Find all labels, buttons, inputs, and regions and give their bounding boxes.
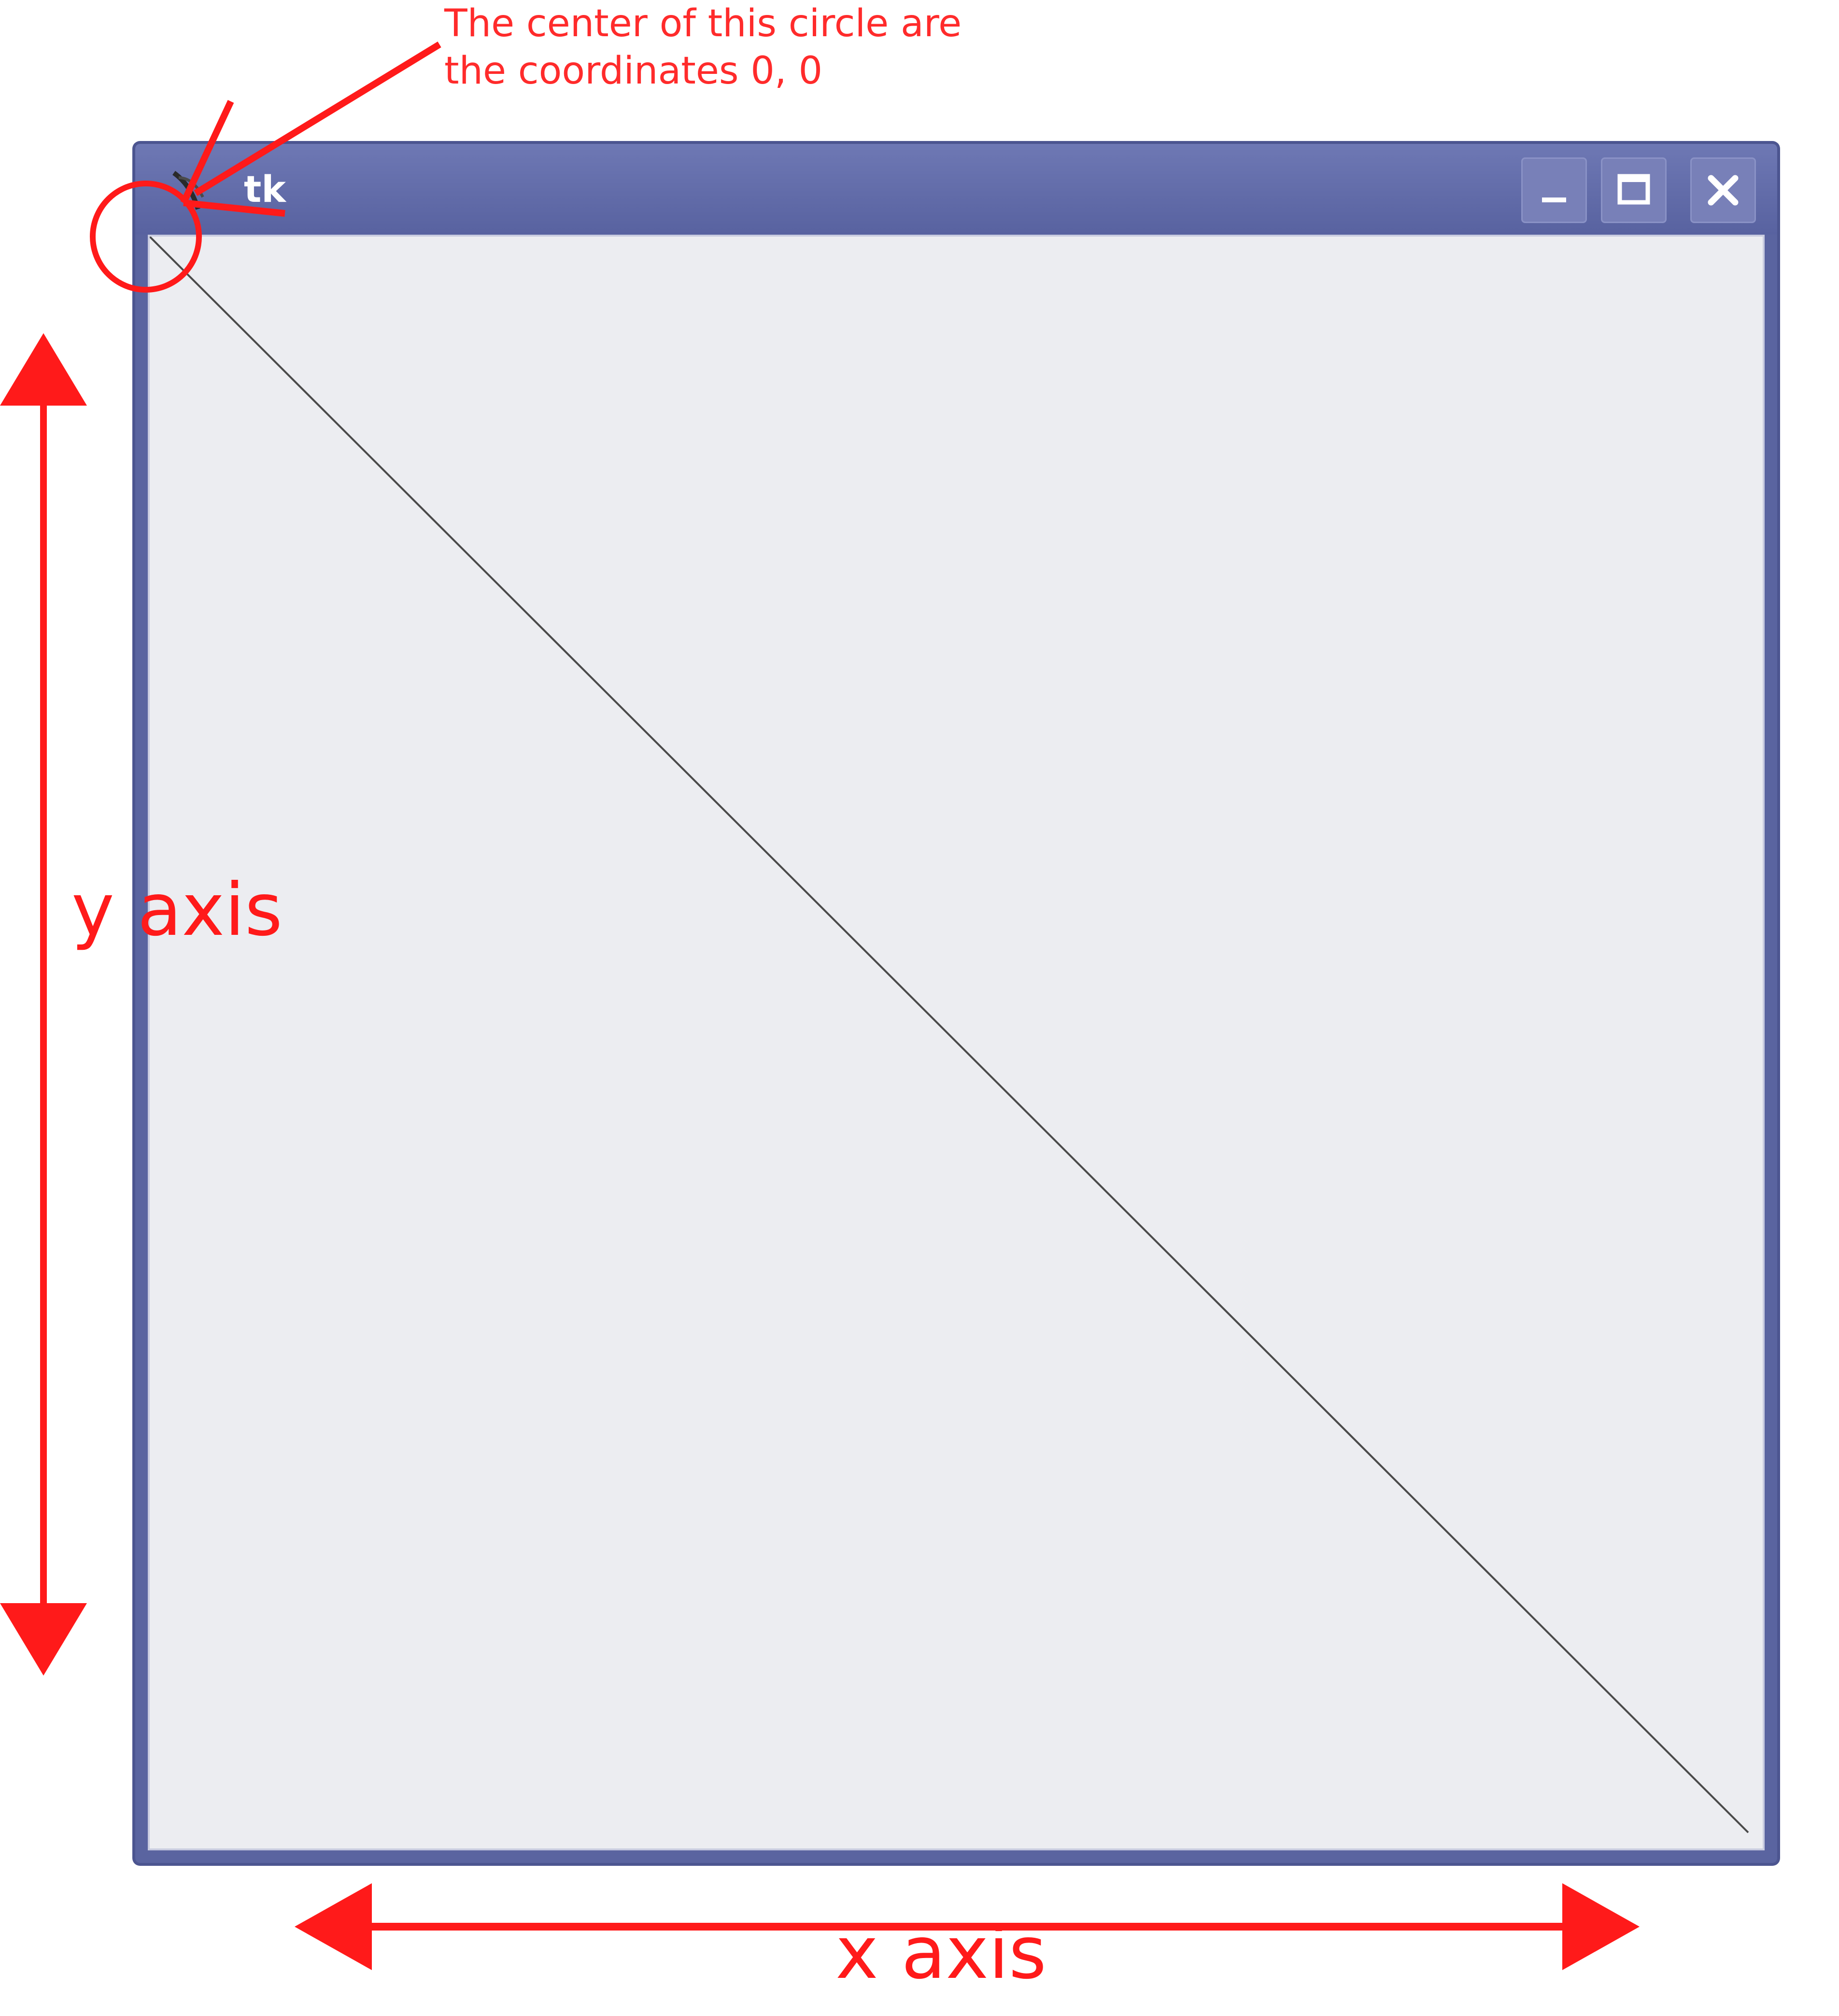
origin-annotation-line2: the coordinates 0, 0	[444, 49, 823, 93]
pointer-arrow	[180, 42, 441, 217]
y-axis-arrow	[0, 333, 87, 1676]
x-axis-label: x axis	[835, 1911, 1047, 1995]
annotation-overlay	[0, 42, 1640, 1970]
origin-annotation: The center of this circle are the coordi…	[444, 0, 962, 95]
y-axis-label: y axis	[71, 868, 283, 952]
origin-annotation-line1: The center of this circle are	[444, 2, 962, 45]
